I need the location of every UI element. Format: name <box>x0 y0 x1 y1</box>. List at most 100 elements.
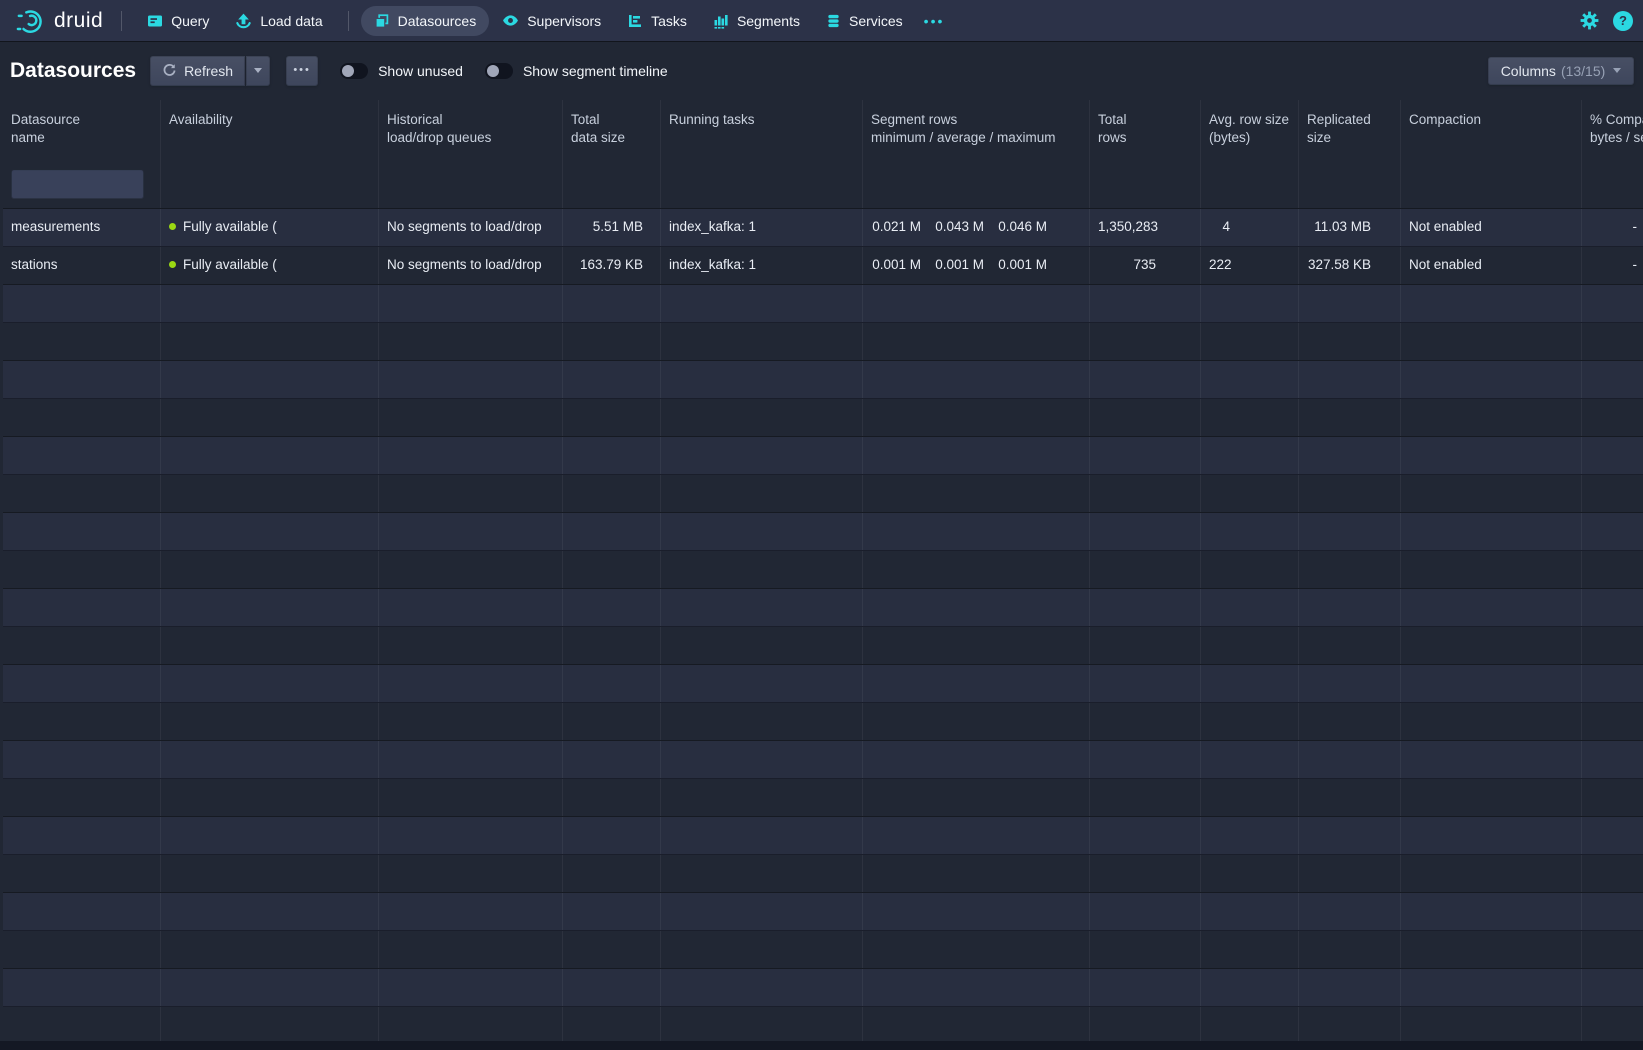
nav-more-button[interactable]: ••• <box>916 9 953 33</box>
column-header-replicated_size[interactable]: Replicatedsize <box>1298 100 1400 160</box>
empty-cell <box>1089 399 1200 436</box>
segment-rows-value: 0.001 M <box>997 247 1047 283</box>
filter-cell <box>1089 160 1200 208</box>
cell-running_tasks: index_kafka: 1 <box>660 209 862 246</box>
cell-pct_compacted: - <box>1581 247 1643 284</box>
empty-cell <box>1581 627 1643 664</box>
nav-tab-load-data[interactable]: Load data <box>222 5 335 36</box>
view-toolbar: Datasources Refresh ••• Show unused <box>0 41 1643 100</box>
empty-cell <box>1400 703 1581 740</box>
column-header-total_data_size[interactable]: Totaldata size <box>562 100 660 160</box>
segments-link[interactable]: 32 segments <box>169 245 370 246</box>
empty-cell <box>160 399 378 436</box>
nav-tab-services[interactable]: Services <box>813 6 916 36</box>
empty-cell <box>378 817 562 854</box>
empty-cell <box>660 437 862 474</box>
empty-cell <box>660 285 862 322</box>
empty-cell <box>160 589 378 626</box>
columns-button[interactable]: Columns (13/15) <box>1488 57 1634 85</box>
empty-cell <box>1298 589 1400 626</box>
show-segment-timeline-toggle[interactable]: Show segment timeline <box>485 63 668 79</box>
empty-cell <box>160 513 378 550</box>
cell-running_tasks: index_kafka: 1 <box>660 247 862 284</box>
empty-cell <box>1400 285 1581 322</box>
filter-cell <box>862 160 1089 208</box>
empty-cell <box>3 627 160 664</box>
brand-name: druid <box>54 9 103 33</box>
gear-icon[interactable] <box>1580 11 1599 30</box>
column-header-label: % Compac <box>1590 111 1643 129</box>
empty-cell <box>1581 855 1643 892</box>
segments-link[interactable]: 1 segment <box>169 283 370 284</box>
empty-cell <box>562 285 660 322</box>
numeric-value: 163.79 KB <box>571 247 643 283</box>
empty-cell <box>378 969 562 1006</box>
empty-cell <box>1298 627 1400 664</box>
empty-cell <box>1200 323 1298 360</box>
empty-cell <box>1581 475 1643 512</box>
column-header-avg_row_size[interactable]: Avg. row size(bytes) <box>1200 100 1298 160</box>
empty-cell <box>562 475 660 512</box>
chevron-down-icon <box>1613 68 1621 73</box>
empty-cell <box>3 399 160 436</box>
column-header-label: size <box>1307 129 1392 147</box>
empty-cell <box>378 361 562 398</box>
druid-console: druid Query Load data <box>0 0 1643 1050</box>
show-unused-toggle[interactable]: Show unused <box>340 63 463 79</box>
empty-cell <box>1298 323 1400 360</box>
empty-cell <box>1581 665 1643 702</box>
datasource-filter-input[interactable] <box>11 169 144 199</box>
column-header-compaction[interactable]: Compaction <box>1400 100 1581 160</box>
table-row-stations[interactable]: stationsFully available (1 segment)No se… <box>3 247 1643 285</box>
cell-segment_rows: 0.001 M0.001 M0.001 M <box>862 247 1089 284</box>
cell-total_rows: 1,350,283 <box>1089 209 1200 246</box>
numeric-value: 4 <box>1209 209 1230 245</box>
column-header-running_tasks[interactable]: Running tasks <box>660 100 862 160</box>
empty-cell <box>160 665 378 702</box>
help-icon[interactable]: ? <box>1613 11 1633 31</box>
nav-tab-supervisors[interactable]: Supervisors <box>489 5 614 36</box>
cell-compaction: Not enabled <box>1400 209 1581 246</box>
empty-cell <box>1400 665 1581 702</box>
column-header-total_rows[interactable]: Totalrows <box>1089 100 1200 160</box>
empty-cell <box>660 475 862 512</box>
druid-logo[interactable]: druid <box>10 6 109 36</box>
empty-cell <box>562 703 660 740</box>
empty-cell <box>1400 893 1581 930</box>
refresh-button[interactable]: Refresh <box>150 56 245 86</box>
nav-tab-tasks[interactable]: Tasks <box>614 6 700 36</box>
numeric-value: 735 <box>1098 247 1156 283</box>
empty-cell <box>562 323 660 360</box>
refresh-label: Refresh <box>184 63 233 79</box>
nav-tab-datasources[interactable]: Datasources <box>361 6 490 36</box>
column-header-name[interactable]: Datasourcename <box>3 100 160 160</box>
cell-avg_row_size: 4 <box>1200 209 1298 246</box>
column-header-pct_compacted[interactable]: % Compacbytes / seg <box>1581 100 1643 160</box>
empty-cell <box>378 779 562 816</box>
empty-cell <box>862 323 1089 360</box>
column-header-load_drop[interactable]: Historicalload/drop queues <box>378 100 562 160</box>
nav-tab-label: Services <box>849 13 903 29</box>
refresh-dropdown-button[interactable] <box>246 56 270 86</box>
column-header-availability[interactable]: Availability <box>160 100 378 160</box>
toggle-knob <box>487 65 499 77</box>
more-actions-button[interactable]: ••• <box>286 56 318 86</box>
empty-cell <box>1200 703 1298 740</box>
nav-tab-segments[interactable]: Segments <box>700 6 813 36</box>
horizontal-scrollbar[interactable] <box>0 1041 1643 1050</box>
column-header-label: Total <box>1098 111 1192 129</box>
empty-cell <box>1200 285 1298 322</box>
nav-tab-query[interactable]: Query <box>134 6 222 36</box>
empty-cell <box>1400 1007 1581 1044</box>
table-row-measurements[interactable]: measurementsFully available (32 segments… <box>3 209 1643 247</box>
empty-cell <box>1298 741 1400 778</box>
empty-cell <box>562 817 660 854</box>
empty-cell <box>1200 969 1298 1006</box>
numeric-value: 327.58 KB <box>1307 247 1371 283</box>
column-header-segment_rows[interactable]: Segment rowsminimum / average / maximum <box>862 100 1089 160</box>
page-title: Datasources <box>10 59 136 83</box>
segment-rows-value: 0.046 M <box>997 209 1047 245</box>
empty-cell <box>378 665 562 702</box>
empty-cell <box>862 855 1089 892</box>
empty-cell <box>1298 399 1400 436</box>
